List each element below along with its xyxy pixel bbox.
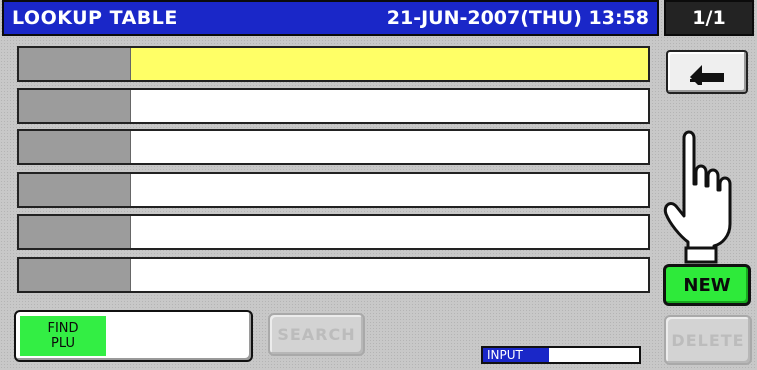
- row-value-cell[interactable]: [131, 216, 648, 248]
- row-key-cell[interactable]: [19, 174, 131, 206]
- page-title: LOOKUP TABLE: [12, 7, 178, 29]
- input-label: INPUT: [483, 348, 549, 362]
- lookup-table-screen: LOOKUP TABLE 21-JUN-2007(THU) 13:58 1/1 …: [0, 0, 757, 370]
- find-plu-label-line1: FIND: [47, 321, 79, 336]
- date-time: 21-JUN-2007(THU) 13:58: [386, 7, 649, 29]
- search-button[interactable]: SEARCH: [268, 313, 365, 356]
- row-value-cell[interactable]: [131, 131, 648, 163]
- find-plu-label-line2: PLU: [51, 336, 75, 351]
- row-key-cell[interactable]: [19, 216, 131, 248]
- row-key-cell[interactable]: [19, 90, 131, 122]
- pointing-hand-icon: [663, 130, 732, 264]
- find-plu-field[interactable]: FIND PLU: [14, 310, 253, 362]
- input-indicator: INPUT: [481, 346, 641, 364]
- delete-button[interactable]: DELETE: [664, 315, 752, 365]
- row-value-cell[interactable]: [131, 174, 648, 206]
- row-value-cell[interactable]: [131, 90, 648, 122]
- row-key-cell[interactable]: [19, 259, 131, 291]
- row-value-cell[interactable]: [131, 48, 648, 80]
- new-button[interactable]: NEW: [663, 264, 751, 306]
- table-row[interactable]: [17, 172, 650, 208]
- table-row[interactable]: [17, 46, 650, 82]
- title-bar: LOOKUP TABLE 21-JUN-2007(THU) 13:58: [2, 0, 659, 36]
- table-row[interactable]: [17, 214, 650, 250]
- page-counter: 1/1: [664, 0, 754, 36]
- table-row[interactable]: [17, 129, 650, 165]
- back-button[interactable]: [666, 50, 748, 94]
- row-key-cell[interactable]: [19, 48, 131, 80]
- table-row[interactable]: [17, 88, 650, 124]
- table-row[interactable]: [17, 257, 650, 293]
- row-key-cell[interactable]: [19, 131, 131, 163]
- find-plu-label: FIND PLU: [20, 316, 106, 356]
- row-value-cell[interactable]: [131, 259, 648, 291]
- return-arrow-icon: [690, 65, 724, 85]
